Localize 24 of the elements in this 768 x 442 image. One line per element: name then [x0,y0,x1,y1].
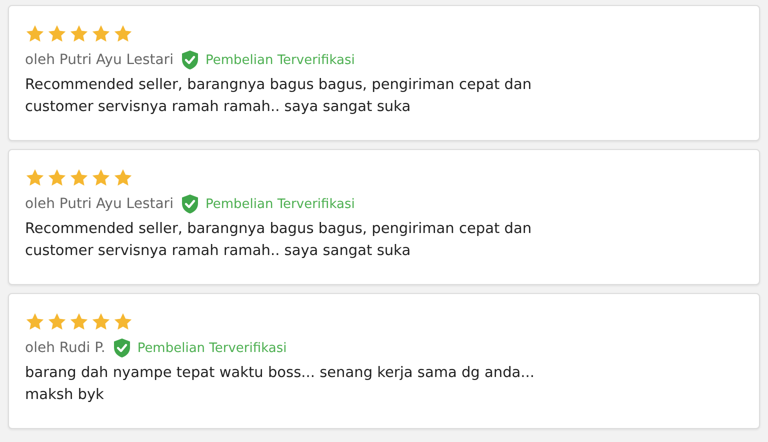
star-icon [91,312,111,332]
verified-label: Pembelian Terverifikasi [137,340,287,356]
star-icon [47,24,67,44]
star-icon [113,24,133,44]
star-icon [69,24,89,44]
star-icon [113,168,133,188]
review-text: Recommended seller, barangnya bagus bagus, pengiriman cepat dan customer servisnya ramah ramah.. saya sangat suka [25,220,533,261]
verified-label: Pembelian Terverifikasi [205,196,355,212]
reviewer-name: oleh Rudi P. [25,340,106,356]
star-icon [47,312,67,332]
review-text: Recommended seller, barangnya bagus bagus, pengiriman cepat dan customer servisnya ramah ramah.. saya sangat suka [25,76,533,117]
star-icon [25,168,45,188]
star-icon [91,24,111,44]
star-icon [25,24,45,44]
star-icon [69,168,89,188]
reviewer-name: oleh Putri Ayu Lestari [25,52,174,68]
star-icon [47,168,67,188]
reviewer-name: oleh Putri Ayu Lestari [25,196,174,212]
star-icon [113,312,133,332]
star-icon [69,312,89,332]
review-text: barang dah nyampe tepat waktu boss... senang kerja sama dg anda... maksh byk [25,364,536,405]
star-icon [25,312,45,332]
verified-label: Pembelian Terverifikasi [205,52,355,68]
star-icon [91,168,111,188]
